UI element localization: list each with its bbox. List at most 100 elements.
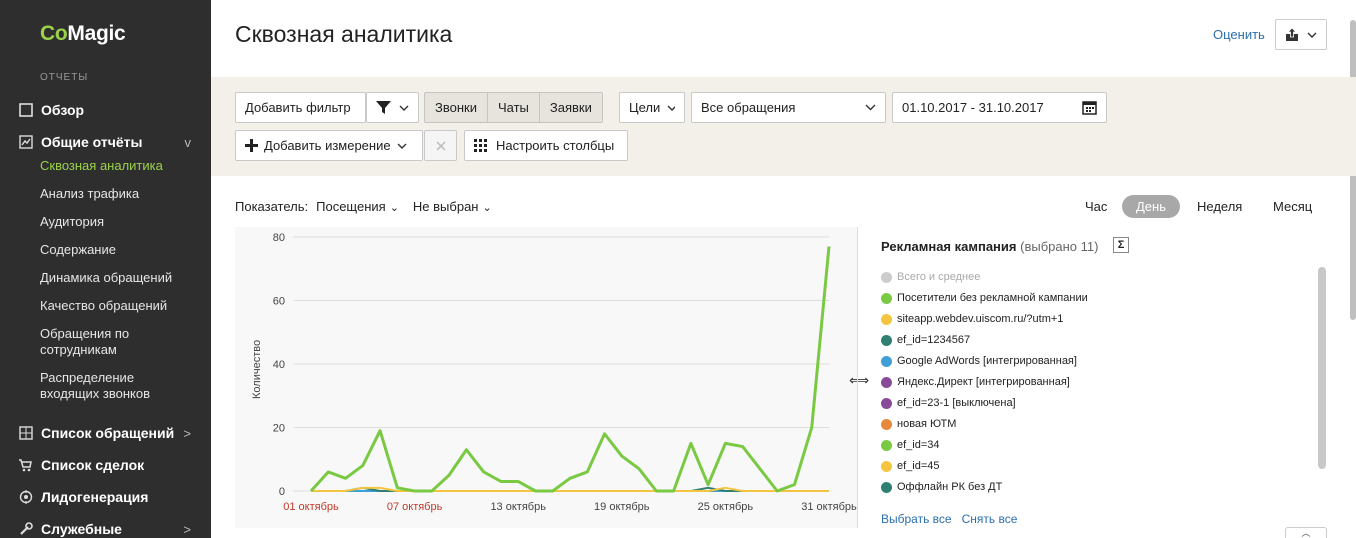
filter-preset-dropdown[interactable] xyxy=(366,92,419,123)
legend-dot-icon xyxy=(881,376,892,388)
x-tick-label: 31 октябрь xyxy=(801,501,857,513)
sidebar-item-general-reports[interactable]: Общие отчёты v xyxy=(18,132,211,152)
legend-item[interactable]: Google AdWords [интегрированная] xyxy=(881,354,1077,368)
collapse-button[interactable]: ︿ xyxy=(1285,527,1327,538)
metric-dropdown[interactable]: Посещения ⌄ xyxy=(316,199,399,214)
sidebar-subitem-traffic[interactable]: Анализ трафика xyxy=(40,186,200,202)
filter-toolbar: Добавить фильтр Звонки Чаты Заявки Цели … xyxy=(211,77,1356,176)
segment-calls[interactable]: Звонки xyxy=(425,93,488,122)
period-week[interactable]: Неделя xyxy=(1197,195,1242,218)
second-metric-dropdown[interactable]: Не выбран ⌄ xyxy=(413,199,492,214)
sidebar-item-service[interactable]: Служебные > xyxy=(18,519,211,538)
target-icon xyxy=(18,490,33,505)
sidebar-subitem-distribution[interactable]: Распределение входящих звонков xyxy=(40,370,165,402)
series-line[interactable] xyxy=(309,246,831,493)
plus-icon xyxy=(245,139,258,152)
chevron-down-icon xyxy=(1307,32,1317,38)
sidebar-item-requests-list[interactable]: Список обращений > xyxy=(18,423,211,443)
goals-dropdown[interactable]: Цели xyxy=(619,92,685,123)
logo[interactable]: CoMagic xyxy=(40,22,126,46)
legend-item-label: Яндекс.Директ [интегрированная] xyxy=(897,376,1070,388)
period-day[interactable]: День xyxy=(1122,195,1180,218)
legend-dot-icon xyxy=(881,271,892,283)
indicator-label: Показатель: xyxy=(235,199,309,214)
period-hour[interactable]: Час xyxy=(1085,195,1107,218)
legend-item-label: ef_id=45 xyxy=(897,460,940,472)
chevron-down-icon: ⌄ xyxy=(482,202,492,214)
legend-item[interactable]: Оффлайн РК без ДТ xyxy=(881,480,1002,494)
section-title: ОТЧЕТЫ xyxy=(40,72,89,83)
legend-dot-icon xyxy=(881,334,892,346)
sidebar-item-deals-list[interactable]: Список сделок xyxy=(18,455,211,475)
sidebar-item-overview[interactable]: Обзор xyxy=(18,100,211,120)
chevron-down-icon xyxy=(667,105,675,111)
sidebar-subitem-employees[interactable]: Обращения по сотрудникам xyxy=(40,326,150,358)
grid-icon xyxy=(18,426,33,441)
legend-item[interactable]: Посетители без рекламной кампании xyxy=(881,291,1088,305)
page-title: Сквозная аналитика xyxy=(235,21,453,47)
request-type-segments: Звонки Чаты Заявки xyxy=(424,92,603,123)
legend-item[interactable]: ef_id=1234567 xyxy=(881,333,970,347)
select-all-link[interactable]: Выбрать все xyxy=(881,512,952,526)
add-filter-button[interactable]: Добавить фильтр xyxy=(235,92,366,123)
requests-select[interactable]: Все обращения xyxy=(691,92,886,123)
chevron-down-icon: ⌄ xyxy=(389,202,399,214)
sidebar-subitem-dynamics[interactable]: Динамика обращений xyxy=(40,270,200,286)
chevron-down-icon xyxy=(397,143,407,149)
chart-svg: 0 20 40 60 80 01 октябрь 07 октябрь 13 октябрь 1… xyxy=(251,232,857,513)
x-tick-label: 13 октябрь xyxy=(490,501,546,513)
legend-item-label: Посетители без рекламной кампании xyxy=(897,292,1088,304)
legend-links: Выбрать все Снять все xyxy=(881,512,1017,526)
add-dimension-button[interactable]: Добавить измерение xyxy=(235,130,423,161)
export-button[interactable] xyxy=(1275,19,1327,50)
x-tick-label: 01 октябрь xyxy=(283,501,339,513)
line-chart: 0 20 40 60 80 01 октябрь 07 октябрь 13 октябрь 1… xyxy=(235,227,857,528)
legend-item-label: siteapp.webdev.uiscom.ru/?utm+1 xyxy=(897,313,1064,325)
legend-item[interactable]: новая ЮТМ xyxy=(881,417,956,431)
y-tick-label: 60 xyxy=(273,296,285,308)
legend-item[interactable]: ef_id=45 xyxy=(881,459,940,473)
y-tick-label: 40 xyxy=(273,359,285,371)
x-tick-label: 19 октябрь xyxy=(594,501,650,513)
indicator-row: Показатель: Посещения ⌄ Не выбран ⌄ xyxy=(235,199,492,214)
sidebar-subitem-content[interactable]: Содержание xyxy=(40,242,200,258)
legend-scrollbar[interactable] xyxy=(1318,267,1326,469)
sidebar-subitem-audience[interactable]: Аудитория xyxy=(40,214,200,230)
chart-icon xyxy=(18,135,33,150)
square-icon xyxy=(18,103,33,118)
sidebar-subitem-end-to-end[interactable]: Сквозная аналитика xyxy=(40,158,200,174)
calendar-icon xyxy=(1082,101,1097,115)
legend-dot-icon xyxy=(881,481,892,493)
sigma-toggle[interactable]: Σ xyxy=(1113,237,1129,253)
close-icon xyxy=(435,140,446,151)
date-range-input[interactable]: 01.10.2017 - 31.10.2017 xyxy=(892,92,1107,123)
legend-dot-icon xyxy=(881,313,892,325)
main-content: Сквозная аналитика Оценить Добавить филь… xyxy=(211,0,1356,538)
legend-dot-icon xyxy=(881,397,892,409)
chevron-right-icon: > xyxy=(183,425,191,441)
remove-dimension-button[interactable] xyxy=(424,130,457,161)
legend-item[interactable]: siteapp.webdev.uiscom.ru/?utm+1 xyxy=(881,312,1063,326)
configure-columns-button[interactable]: Настроить столбцы xyxy=(464,130,628,161)
y-axis-label: Количество xyxy=(251,340,263,399)
legend-item[interactable]: Яндекс.Директ [интегрированная] xyxy=(881,375,1070,389)
deselect-all-link[interactable]: Снять все xyxy=(962,512,1018,526)
period-month[interactable]: Месяц xyxy=(1273,195,1312,218)
legend-item-label: ef_id=34 xyxy=(897,439,940,451)
y-tick-label: 80 xyxy=(273,232,285,244)
legend-title: Рекламная кампания (выбрано 11) xyxy=(881,239,1099,254)
segment-chats[interactable]: Чаты xyxy=(487,93,540,122)
segment-requests[interactable]: Заявки xyxy=(539,93,602,122)
legend-item[interactable]: ef_id=23-1 [выключена] xyxy=(881,396,1016,410)
x-tick-label: 07 октябрь xyxy=(387,501,443,513)
y-tick-label: 0 xyxy=(279,486,285,498)
sidebar-item-leadgen[interactable]: Лидогенерация xyxy=(18,487,211,507)
legend-item[interactable]: ef_id=34 xyxy=(881,438,940,452)
legend-dot-icon xyxy=(881,418,892,430)
x-tick-label: 25 октябрь xyxy=(698,501,754,513)
chevron-down-icon xyxy=(399,105,409,111)
sidebar-subitem-quality[interactable]: Качество обращений xyxy=(40,298,200,314)
legend-item[interactable]: Всего и среднее xyxy=(881,270,980,284)
rate-link[interactable]: Оценить xyxy=(1213,27,1265,42)
sidebar: CoMagic ОТЧЕТЫ Обзор Общие отчёты v Скво… xyxy=(0,0,211,538)
